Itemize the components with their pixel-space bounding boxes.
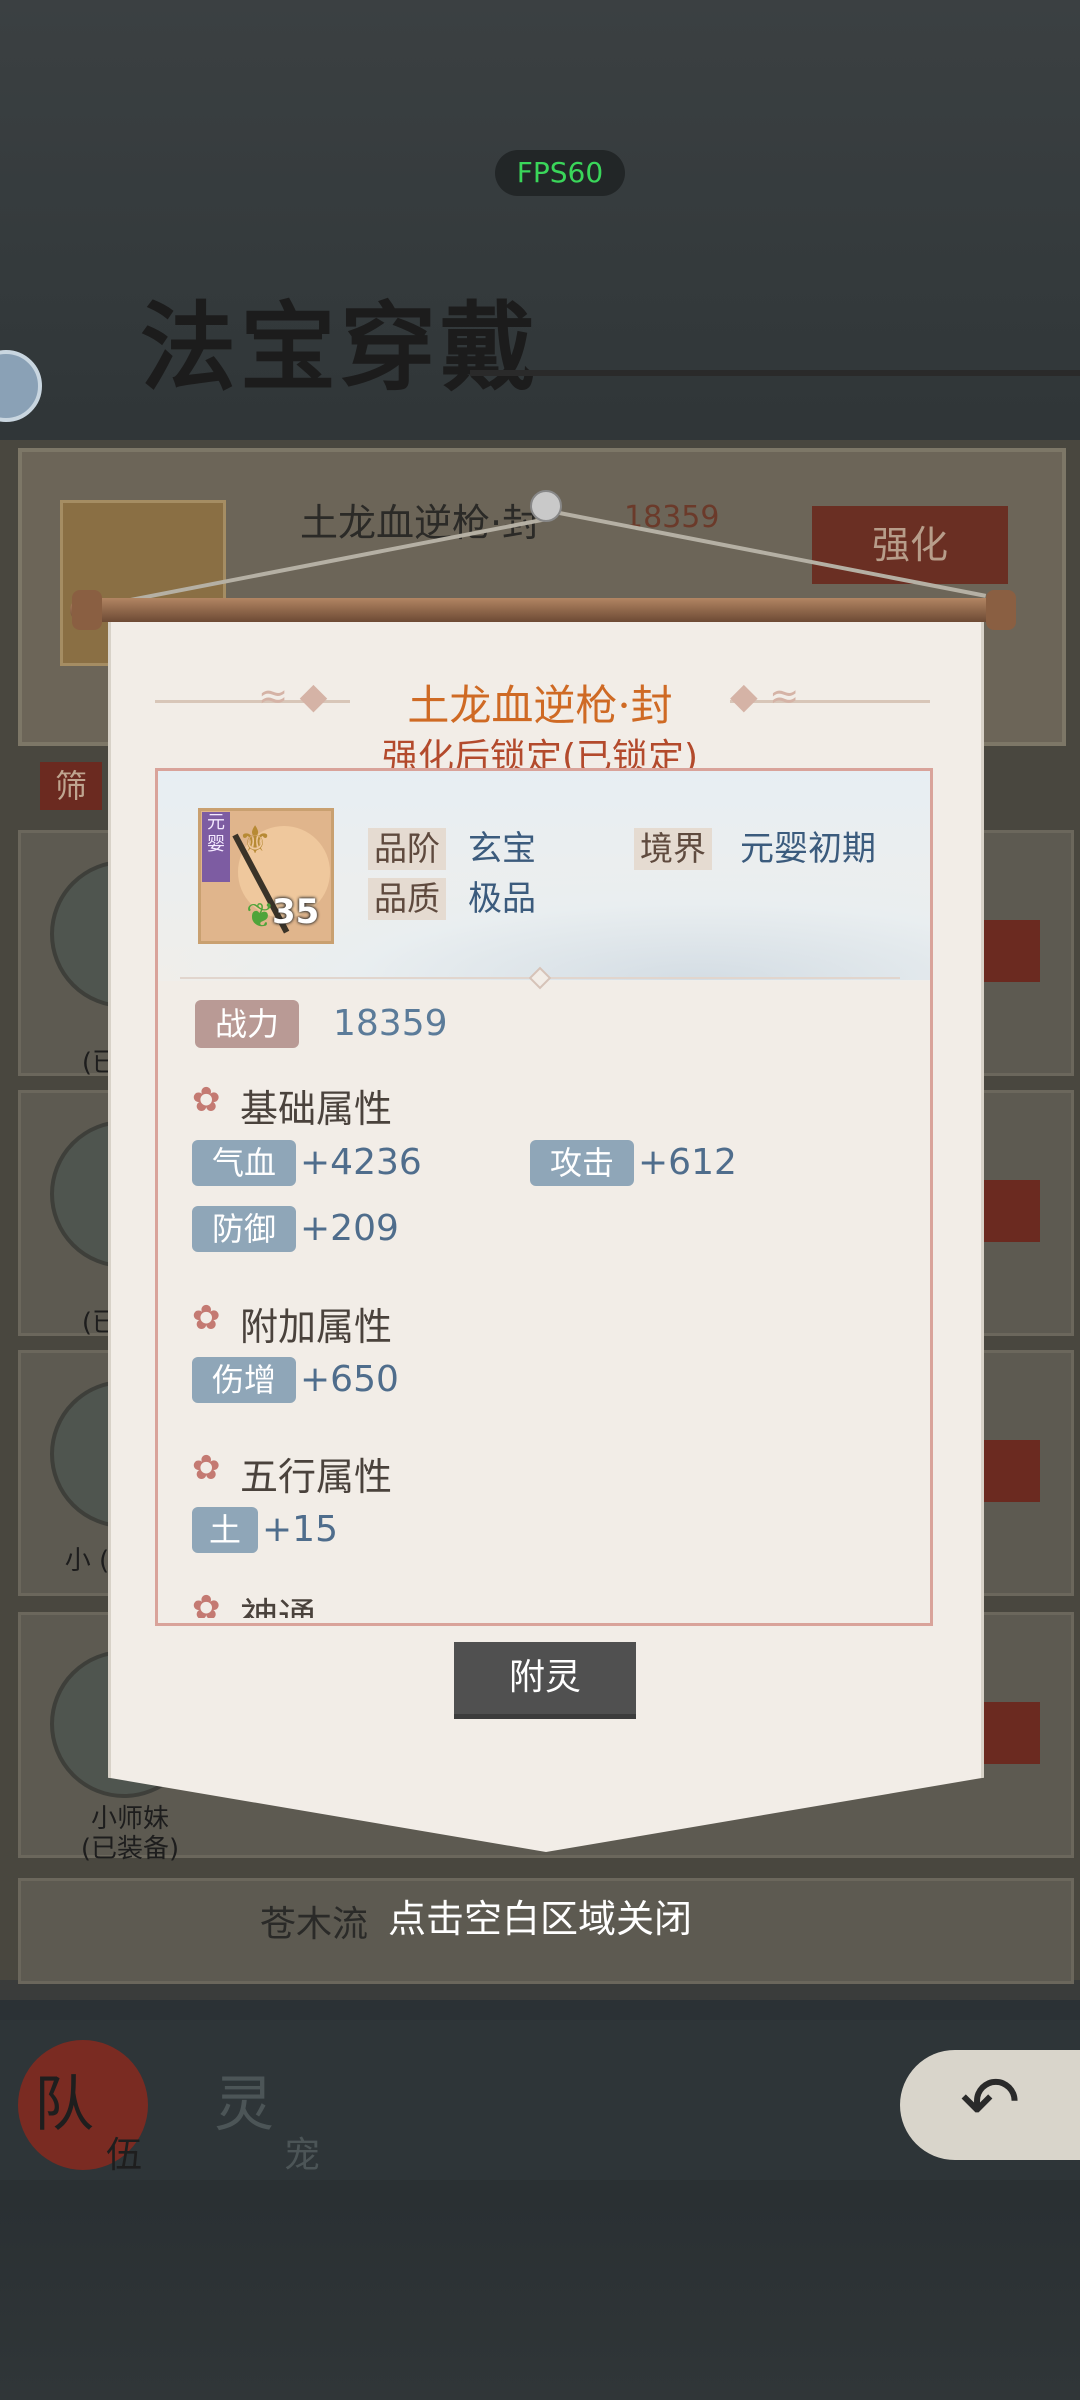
flower-icon: ✿ [192, 1298, 221, 1338]
section-title-extra: 附加属性 [240, 1305, 393, 1349]
spear-tip-icon: ⚜ [238, 818, 273, 862]
attr-tag-damage: 伤增 [192, 1357, 296, 1403]
attr-tag-earth: 土 [192, 1507, 258, 1553]
section-title-elements: 五行属性 [240, 1455, 393, 1499]
tab-team-label: 队 [34, 2070, 94, 2140]
item-level: 35 [272, 892, 320, 932]
realm-value: 元婴初期 [740, 829, 876, 869]
tab-team-sublabel: 伍 [106, 2135, 143, 2176]
scroll-rod-end-right [986, 590, 1016, 630]
realm-tag: 元婴 [202, 812, 230, 882]
skill-section-clip: ✿ 神通 [158, 1580, 930, 1618]
quality-value: 极品 [468, 879, 536, 919]
attr-value-earth: +15 [262, 1509, 338, 1550]
flower-icon: ✿ [192, 1080, 221, 1120]
section-title-skill: 神通 [240, 1595, 317, 1618]
realm-label: 境界 [634, 828, 712, 870]
attr-value-damage: +650 [300, 1359, 399, 1400]
enhance-button[interactable]: 强化 [812, 506, 1008, 584]
attr-value-defense: +209 [300, 1208, 399, 1249]
list-item-owner-status: (已装备) [80, 1834, 180, 1864]
flower-icon: ✿ [192, 1448, 221, 1488]
scroll-rod-end-left [72, 590, 102, 630]
flower-icon: ✿ [192, 1588, 221, 1618]
screen-title: 法宝穿戴 [140, 291, 540, 404]
item-name-title: 土龙血逆枪·封 [407, 681, 673, 730]
grade-value: 玄宝 [468, 829, 536, 869]
attr-value-attack: +612 [638, 1142, 737, 1183]
attr-tag-attack: 攻击 [530, 1140, 634, 1186]
back-arrow-icon[interactable]: ↶ [960, 2060, 1020, 2144]
tab-pet-label: 灵 [214, 2070, 274, 2140]
scroll-pin-icon [530, 490, 562, 522]
fps-counter: FPS60 [495, 150, 625, 196]
leaf-icon: ❦ [246, 896, 275, 936]
grade-label: 品阶 [368, 828, 446, 870]
scroll-rod [70, 598, 1016, 622]
tab-team[interactable]: 队 伍 [10, 2030, 170, 2180]
section-title-base: 基础属性 [240, 1087, 393, 1131]
quality-label: 品质 [368, 878, 446, 920]
close-hint[interactable]: 点击空白区域关闭 [0, 1888, 1080, 1943]
tab-pet[interactable]: 灵 宠 [184, 2030, 344, 2180]
tab-pet-sublabel: 宠 [284, 2135, 321, 2176]
attr-value-hp: +4236 [300, 1142, 422, 1183]
title-divider [470, 370, 1080, 376]
power-label: 战力 [195, 1000, 299, 1048]
attr-tag-defense: 防御 [192, 1206, 296, 1252]
attr-tag-hp: 气血 [192, 1140, 296, 1186]
enchant-button[interactable]: 附灵 [454, 1642, 636, 1719]
power-value: 18359 [333, 1003, 448, 1044]
equipped-item-name: 土龙血逆枪·封 [300, 501, 541, 545]
